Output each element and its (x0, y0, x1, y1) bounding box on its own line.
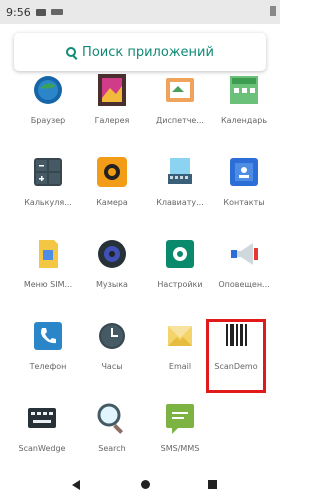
keyboard-notification-icon (50, 9, 63, 15)
navigation-bar (0, 470, 280, 500)
contacts-icon (226, 154, 262, 190)
app-row: Калькуля... Камера Клавиату... Контакты (0, 154, 280, 236)
app-keyboard[interactable]: Клавиату... (146, 154, 214, 207)
app-search[interactable]: Search (78, 400, 146, 453)
app-sim-menu[interactable]: Меню SIM... (14, 236, 82, 289)
app-clock[interactable]: Часы (78, 318, 146, 371)
app-camera[interactable]: Камера (78, 154, 146, 207)
search-icon (66, 47, 77, 57)
search-label: Поиск приложений (82, 44, 214, 60)
magnifier-icon (94, 400, 130, 436)
recents-icon[interactable] (208, 480, 217, 489)
email-icon (162, 318, 198, 354)
app-calculator[interactable]: Калькуля... (14, 154, 82, 207)
home-icon[interactable] (141, 480, 150, 489)
app-settings[interactable]: Настройки (146, 236, 214, 289)
file-manager-icon (162, 72, 198, 108)
scandemo-highlight-box (206, 319, 266, 393)
app-row: Меню SIM... Музыка Настройки Оповещен... (0, 236, 280, 318)
app-alerts[interactable]: Оповещен... (210, 236, 278, 289)
browser-icon (30, 72, 66, 108)
calendar-icon (226, 72, 262, 108)
app-grid: Браузер Галерея Диспетче... Календарь Ка… (0, 72, 280, 482)
gallery-icon (94, 72, 130, 108)
clock-icon (94, 318, 130, 354)
phone-icon (30, 318, 66, 354)
app-search-bar[interactable]: Поиск приложений (14, 33, 266, 71)
sim-menu-icon (30, 236, 66, 272)
alerts-icon (226, 236, 262, 272)
settings-icon (162, 236, 198, 272)
scanwedge-icon (24, 400, 60, 436)
keyboard-icon (162, 154, 198, 190)
status-bar: 9:56 (0, 0, 280, 24)
app-calendar[interactable]: Календарь (210, 72, 278, 125)
app-sms[interactable]: SMS/MMS (146, 400, 214, 453)
app-row: Браузер Галерея Диспетче... Календарь (0, 72, 280, 154)
app-browser[interactable]: Браузер (14, 72, 82, 125)
app-gallery[interactable]: Галерея (78, 72, 146, 125)
camera-icon (94, 154, 130, 190)
status-time: 9:56 (6, 5, 31, 19)
sms-icon (162, 400, 198, 436)
calculator-icon (30, 154, 66, 190)
battery-icon (270, 6, 276, 16)
app-scanwedge[interactable]: ScanWedge (8, 400, 76, 453)
app-music[interactable]: Музыка (78, 236, 146, 289)
music-icon (94, 236, 130, 272)
app-phone[interactable]: Телефон (14, 318, 82, 371)
notification-icon (35, 8, 46, 16)
app-file-manager[interactable]: Диспетче... (146, 72, 214, 125)
app-contacts[interactable]: Контакты (210, 154, 278, 207)
back-icon[interactable] (72, 480, 80, 490)
